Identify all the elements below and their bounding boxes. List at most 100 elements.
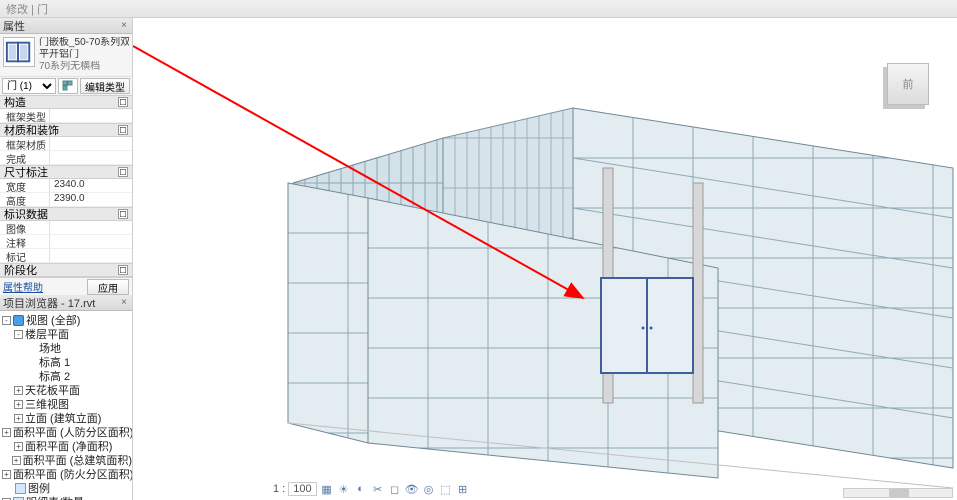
tree-item[interactable]: +天花板平面 <box>0 383 132 397</box>
tree-item-label: 视图 (全部) <box>26 313 80 327</box>
scale-prefix: 1 : <box>273 483 285 495</box>
expand-icon[interactable]: + <box>2 470 11 479</box>
edit-type-icon[interactable] <box>58 78 78 94</box>
viewcube-front-face[interactable]: 前 <box>887 63 929 105</box>
instance-filter-select[interactable]: 门 (1) <box>2 78 56 94</box>
left-panel-column: 属性 × 门嵌板_50-70系列双扇 平开铝门 70系列无横档 门 (1) <box>0 18 133 500</box>
tree-item[interactable]: +面积平面 (总建筑面积) <box>0 453 132 467</box>
prop-category[interactable]: 材质和装饰☐ <box>0 123 132 137</box>
prop-category[interactable]: 阶段化☐ <box>0 263 132 277</box>
tree-item[interactable]: +三维视图 <box>0 397 132 411</box>
prop-category[interactable]: 标识数据 ☐ <box>0 207 132 221</box>
expand-icon[interactable]: + <box>14 386 23 395</box>
prop-category-label: 标识数据 <box>4 206 48 222</box>
prop-value[interactable]: 2340.0 <box>50 179 132 192</box>
collapse-icon[interactable]: - <box>2 316 11 325</box>
tree-item[interactable]: 图例 <box>0 481 132 495</box>
prop-value[interactable]: 2390.0 <box>50 193 132 206</box>
shadows-icon[interactable]: ◐ <box>354 482 368 496</box>
view-control-bar: 1 : 100 ▦ ☀ ◐ ✂ ◻ 👁 ◎ ⬚ ⊞ <box>273 482 470 496</box>
blue-icon <box>13 315 24 326</box>
prop-key: 注释 <box>0 235 50 248</box>
properties-help-link[interactable]: 属性帮助 <box>3 279 43 294</box>
graphic-display-icon[interactable]: ▦ <box>320 482 334 496</box>
tree-item[interactable]: -楼层平面 <box>0 327 132 341</box>
sheet-icon <box>13 497 24 500</box>
view-cube[interactable]: 前 <box>887 63 937 113</box>
prop-row: 图像 <box>0 221 132 235</box>
instance-filter-row: 门 (1) 编辑类型 <box>0 77 132 95</box>
prop-category[interactable]: 尺寸标注 ☐ <box>0 165 132 179</box>
crop-region-icon[interactable]: ◻ <box>388 482 402 496</box>
tree-item-label: 三维视图 <box>25 397 69 411</box>
expand-icon[interactable]: + <box>12 456 21 465</box>
viewport-3d[interactable]: 前 1 : 100 ▦ ☀ ◐ ✂ ◻ 👁 ◎ ⬚ ⊞ <box>133 18 957 500</box>
expand-icon[interactable]: + <box>2 428 11 437</box>
tree-item[interactable]: 标高 1 <box>0 355 132 369</box>
expand-icon[interactable]: ☐ <box>118 125 128 135</box>
tree-item[interactable]: +立面 (建筑立面) <box>0 411 132 425</box>
apply-button[interactable]: 应用 <box>87 279 129 295</box>
tree-item-label: 立面 (建筑立面) <box>25 411 101 425</box>
hide-icon[interactable]: 👁 <box>405 482 419 496</box>
prop-row: 宽度2340.0 <box>0 179 132 193</box>
project-browser-tree[interactable]: -视图 (全部)-楼层平面场地标高 1标高 2+天花板平面+三维视图+立面 (建… <box>0 311 132 500</box>
prop-row: 注释 <box>0 235 132 249</box>
scale-value[interactable]: 100 <box>288 482 316 496</box>
prop-row: 框架材质 <box>0 137 132 151</box>
properties-grid: 构造 ☐ 框架类型材质和装饰☐框架材质完成尺寸标注 ☐ 宽度2340.0高度2390.0… <box>0 95 132 277</box>
constraints-icon[interactable]: ⊞ <box>456 482 470 496</box>
tree-item[interactable]: 场地 <box>0 341 132 355</box>
reveal-icon[interactable]: ⬚ <box>439 482 453 496</box>
prop-value[interactable] <box>50 249 132 262</box>
prop-value[interactable] <box>50 235 132 248</box>
tree-item-label: 面积平面 (人防分区面积) <box>13 425 132 439</box>
expand-icon[interactable]: ☐ <box>118 97 128 107</box>
prop-row: 高度2390.0 <box>0 193 132 207</box>
expand-icon[interactable]: ☐ <box>118 209 128 219</box>
expand-icon[interactable]: + <box>14 400 23 409</box>
tree-item-label: 面积平面 (防火分区面积) <box>13 467 132 481</box>
prop-value[interactable] <box>50 221 132 234</box>
collapse-icon[interactable]: - <box>14 330 23 339</box>
tree-item-label: 天花板平面 <box>25 383 80 397</box>
tree-item[interactable]: 标高 2 <box>0 369 132 383</box>
tree-item[interactable]: +明细表/数量 <box>0 495 132 500</box>
prop-key: 高度 <box>0 193 50 206</box>
prop-key: 完成 <box>0 151 50 164</box>
expand-icon[interactable]: ☐ <box>118 167 128 177</box>
prop-key: 框架类型 <box>0 109 50 122</box>
type-name-line3: 70系列无横档 <box>39 61 129 73</box>
prop-row: 完成 <box>0 151 132 165</box>
prop-category[interactable]: 构造 ☐ <box>0 95 132 109</box>
prop-value[interactable] <box>50 151 132 164</box>
crop-icon[interactable]: ✂ <box>371 482 385 496</box>
prop-key: 框架材质 <box>0 137 50 150</box>
close-icon[interactable]: × <box>119 20 129 31</box>
prop-value[interactable] <box>50 137 132 150</box>
properties-footer: 属性帮助 应用 <box>0 277 132 295</box>
prop-category-label: 尺寸标注 <box>4 164 48 180</box>
tree-item[interactable]: - 视图 (全部) <box>0 313 132 327</box>
isolate-icon[interactable]: ◎ <box>422 482 436 496</box>
tree-item[interactable]: +面积平面 (防火分区面积) <box>0 467 132 481</box>
building-model <box>133 18 957 500</box>
expand-icon[interactable]: + <box>14 442 23 451</box>
type-name-line2: 平开铝门 <box>39 49 129 61</box>
close-icon[interactable]: × <box>119 297 129 308</box>
tree-item[interactable]: +面积平面 (人防分区面积) <box>0 425 132 439</box>
expand-icon[interactable]: ☐ <box>118 265 128 275</box>
type-selector[interactable]: 门嵌板_50-70系列双扇 平开铝门 70系列无横档 <box>0 34 132 77</box>
horizontal-scrollbar[interactable] <box>843 488 953 498</box>
prop-category-label: 构造 <box>4 94 26 110</box>
prop-value[interactable] <box>50 109 132 122</box>
tree-item-label: 场地 <box>39 341 61 355</box>
door-type-icon <box>3 37 35 67</box>
tree-item[interactable]: +面积平面 (净面积) <box>0 439 132 453</box>
sun-icon[interactable]: ☀ <box>337 482 351 496</box>
expand-icon[interactable]: + <box>14 414 23 423</box>
edit-type-button[interactable]: 编辑类型 <box>80 78 130 94</box>
tree-item-label: 面积平面 (总建筑面积) <box>23 453 132 467</box>
sheet-icon <box>15 483 26 494</box>
tree-item-label: 明细表/数量 <box>26 495 84 500</box>
